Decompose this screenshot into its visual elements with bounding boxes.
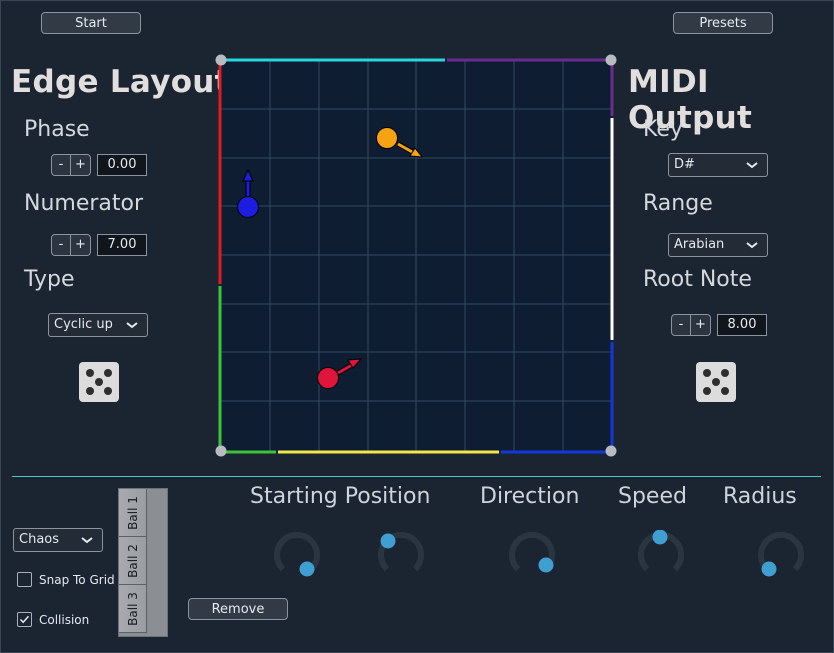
root-note-increment-button[interactable]: + (691, 314, 711, 336)
randomize-midi-dice-icon[interactable] (696, 362, 736, 402)
root-note-value-field[interactable]: 8.00 (717, 314, 767, 336)
range-label: Range (643, 191, 713, 216)
type-label: Type (24, 267, 75, 292)
phase-value-field[interactable]: 0.00 (97, 154, 147, 176)
checkmark-icon (19, 615, 30, 624)
corner-handle-top-left[interactable] (215, 54, 227, 66)
root-note-label: Root Note (643, 267, 752, 292)
numerator-label: Numerator (24, 191, 144, 216)
mode-select[interactable]: Chaos (13, 528, 103, 552)
range-select[interactable]: Arabian (668, 233, 768, 257)
speed-label: Speed (618, 484, 687, 509)
phase-label: Phase (24, 117, 90, 142)
key-select[interactable]: D# (668, 153, 768, 177)
key-select-value: D# (674, 157, 695, 172)
type-select-value: Cyclic up (54, 317, 113, 332)
starting-position-label: Starting Position (250, 484, 431, 509)
starting-position-y-knob[interactable] (376, 530, 426, 580)
section-divider (12, 476, 821, 477)
ball-canvas[interactable] (210, 50, 622, 462)
direction-knob[interactable] (507, 530, 557, 580)
randomize-edge-dice-icon[interactable] (79, 362, 119, 402)
tab-ball-2[interactable]: Ball 2 (119, 537, 147, 585)
knob-thumb (299, 561, 315, 577)
mode-select-value: Chaos (19, 532, 60, 547)
radius-label: Radius (723, 484, 797, 509)
numerator-increment-button[interactable]: + (71, 234, 91, 256)
presets-button[interactable]: Presets (673, 12, 773, 34)
knob-thumb (538, 557, 554, 573)
snap-to-grid-label: Snap To Grid (39, 573, 115, 587)
collision-checkbox[interactable] (17, 612, 32, 627)
starting-position-x-knob[interactable] (272, 530, 322, 580)
chevron-down-icon (126, 322, 138, 329)
start-button[interactable]: Start (41, 12, 141, 34)
type-select[interactable]: Cyclic up (48, 313, 148, 337)
snap-to-grid-checkbox[interactable] (17, 572, 32, 587)
knob-thumb (761, 561, 777, 577)
root-note-decrement-button[interactable]: - (671, 314, 691, 336)
remove-button[interactable]: Remove (188, 598, 288, 620)
tab-ball-3[interactable]: Ball 3 (119, 585, 147, 633)
speed-knob[interactable] (636, 530, 686, 580)
phase-decrement-button[interactable]: - (51, 154, 71, 176)
corner-handle-top-right[interactable] (605, 54, 617, 66)
chevron-down-icon (746, 242, 758, 249)
collision-label: Collision (39, 613, 90, 627)
chevron-down-icon (81, 537, 93, 544)
radius-knob[interactable] (756, 530, 806, 580)
numerator-value-field[interactable]: 7.00 (97, 234, 147, 256)
range-select-value: Arabian (674, 237, 725, 252)
ball-tabs: Ball 1 Ball 2 Ball 3 (118, 488, 168, 637)
key-label: Key (643, 117, 683, 142)
phase-increment-button[interactable]: + (71, 154, 91, 176)
knob-thumb (652, 530, 668, 545)
tab-ball-1[interactable]: Ball 1 (119, 489, 147, 537)
corner-handle-bottom-right[interactable] (605, 445, 617, 457)
knob-thumb (380, 533, 396, 549)
edge-layout-title: Edge Layout (11, 64, 230, 100)
numerator-decrement-button[interactable]: - (51, 234, 71, 256)
direction-label: Direction (480, 484, 580, 509)
corner-handle-bottom-left[interactable] (215, 445, 227, 457)
chevron-down-icon (746, 162, 758, 169)
